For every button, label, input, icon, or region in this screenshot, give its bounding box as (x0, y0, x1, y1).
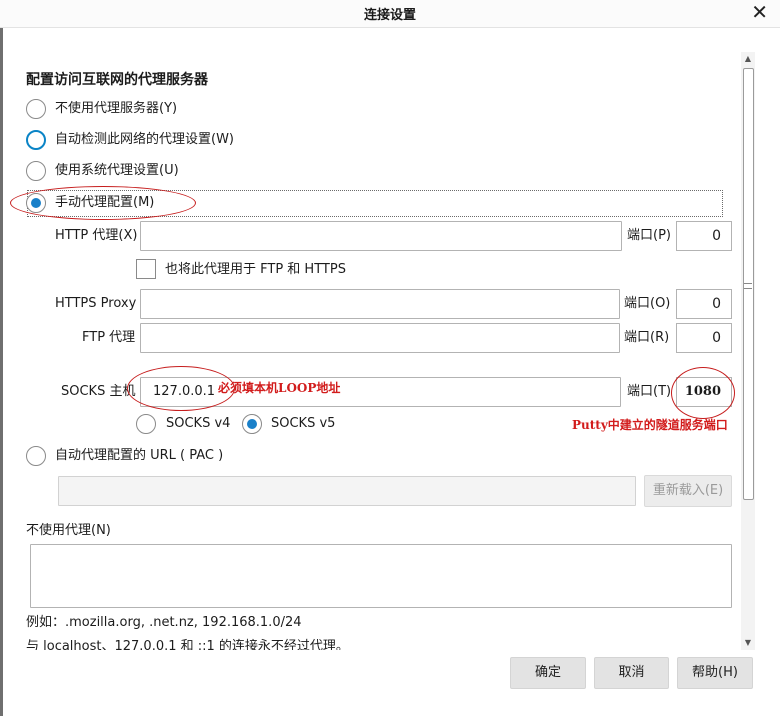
scroll-up-icon[interactable]: ▲ (741, 52, 755, 66)
https-proxy-label: HTTPS Proxy (55, 296, 137, 311)
http-proxy-input[interactable] (140, 221, 622, 251)
radio-socks-v5-label[interactable]: SOCKS v5 (271, 415, 335, 433)
annotation-ellipse-manual (10, 186, 196, 220)
localhost-note-clip: 与 localhost、127.0.0.1 和 ::1 的连接永不经过代理。 (0, 636, 740, 650)
radio-pac-label[interactable]: 自动代理配置的 URL ( PAC ) (55, 447, 223, 465)
localhost-note: 与 localhost、127.0.0.1 和 ::1 的连接永不经过代理。 (26, 639, 349, 650)
scroll-grip-icon (744, 283, 752, 289)
ftp-port-input[interactable]: 0 (676, 323, 732, 353)
no-proxy-for-textarea[interactable] (30, 544, 732, 608)
window-left-edge (0, 28, 3, 716)
radio-auto-detect[interactable] (26, 130, 46, 150)
ftp-proxy-input[interactable] (140, 323, 620, 353)
https-port-label: 端口(O) (624, 296, 671, 311)
cancel-button[interactable]: 取消 (594, 657, 669, 689)
socks-port-label: 端口(T) (627, 384, 672, 399)
no-proxy-for-label: 不使用代理(N) (26, 523, 111, 538)
scroll-down-icon[interactable]: ▼ (741, 636, 755, 650)
radio-auto-detect-label[interactable]: 自动检测此网络的代理设置(W) (55, 131, 234, 149)
ftp-proxy-label: FTP 代理 (82, 330, 136, 345)
radio-socks-v4[interactable] (136, 414, 156, 434)
window-title: 连接设置 (363, 8, 416, 23)
use-for-all-checkbox[interactable] (136, 259, 156, 279)
radio-no-proxy[interactable] (26, 99, 46, 119)
reload-button[interactable]: 重新载入(E) (644, 475, 732, 507)
radio-socks-v4-label[interactable]: SOCKS v4 (166, 415, 230, 433)
socks-host-label: SOCKS 主机 (61, 384, 136, 399)
annotation-port-note: Putty中建立的隧道服务端口 (572, 418, 728, 432)
use-for-all-label[interactable]: 也将此代理用于 FTP 和 HTTPS (165, 261, 346, 279)
no-proxy-example: 例如：.mozilla.org, .net.nz, 192.168.1.0/24 (26, 615, 302, 630)
radio-socks-v5[interactable] (242, 414, 262, 434)
ftp-port-label: 端口(R) (624, 330, 670, 345)
close-icon[interactable]: ✕ (751, 1, 768, 23)
radio-pac[interactable] (26, 446, 46, 466)
pac-url-input[interactable] (58, 476, 636, 506)
http-port-label: 端口(P) (627, 228, 671, 243)
http-port-input[interactable]: 0 (676, 221, 732, 251)
help-button[interactable]: 帮助(H) (677, 657, 753, 689)
annotation-host-note: 必须填本机LOOP地址 (218, 381, 341, 395)
section-title: 配置访问互联网的代理服务器 (26, 72, 208, 88)
radio-no-proxy-label[interactable]: 不使用代理服务器(Y) (55, 100, 177, 118)
annotation-ellipse-port (671, 367, 735, 419)
https-proxy-input[interactable] (140, 289, 620, 319)
http-proxy-label: HTTP 代理(X) (55, 228, 138, 243)
radio-system-proxy[interactable] (26, 161, 46, 181)
ok-button[interactable]: 确定 (510, 657, 586, 689)
radio-system-proxy-label[interactable]: 使用系统代理设置(U) (55, 162, 179, 180)
title-bar: 连接设置 ✕ (0, 0, 780, 28)
https-port-input[interactable]: 0 (676, 289, 732, 319)
